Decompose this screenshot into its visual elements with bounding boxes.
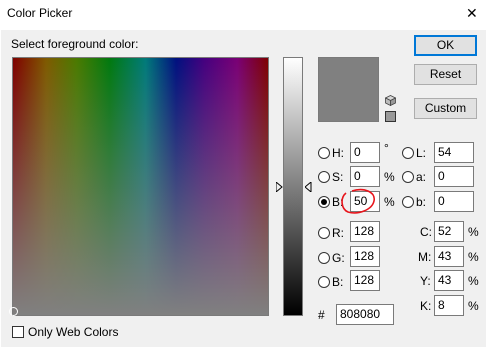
- magenta-field[interactable]: 43: [434, 246, 464, 267]
- hex-label: #: [318, 308, 325, 322]
- blue-label: B:: [332, 275, 344, 289]
- radio-b-lab[interactable]: [402, 196, 414, 208]
- brightness-slider[interactable]: [283, 57, 303, 316]
- brightness-unit: %: [384, 195, 395, 209]
- saturation-field[interactable]: 0: [350, 166, 380, 187]
- title-bar: Color Picker ✕: [0, 0, 487, 30]
- black-unit: %: [468, 299, 479, 313]
- lightness-label: L:: [416, 146, 427, 160]
- yellow-label: Y:: [420, 274, 431, 288]
- hue-unit: °: [384, 141, 389, 155]
- magenta-label: M:: [418, 250, 432, 264]
- radio-brightness[interactable]: [318, 196, 330, 208]
- radio-green[interactable]: [318, 252, 330, 264]
- radio-red[interactable]: [318, 227, 330, 239]
- cyan-field[interactable]: 52: [434, 221, 464, 242]
- cyan-label: C:: [420, 225, 432, 239]
- cancel-button[interactable]: Reset: [414, 64, 477, 85]
- picker-cursor-icon: [9, 307, 18, 316]
- magenta-unit: %: [468, 250, 479, 264]
- close-icon[interactable]: ✕: [466, 5, 478, 22]
- slider-right-arrow-icon[interactable]: [304, 180, 312, 195]
- radio-lightness[interactable]: [402, 147, 414, 159]
- web-colors-label: Only Web Colors: [28, 325, 119, 339]
- color-field[interactable]: [9, 57, 269, 316]
- radio-blue[interactable]: [318, 276, 330, 288]
- annotation-circle: [340, 188, 378, 221]
- black-field[interactable]: 8: [434, 295, 464, 316]
- green-field[interactable]: 128: [350, 246, 380, 267]
- saturation-label: S:: [332, 170, 344, 184]
- color-preview-swatch: [318, 57, 379, 122]
- custom-button[interactable]: Custom: [414, 98, 477, 119]
- window-title: Color Picker: [7, 6, 73, 20]
- red-field[interactable]: 128: [350, 221, 380, 242]
- radio-a[interactable]: [402, 171, 414, 183]
- lightness-field[interactable]: 54: [434, 142, 474, 163]
- cyan-unit: %: [468, 225, 479, 239]
- a-label: a:: [416, 170, 427, 184]
- red-label: R:: [332, 226, 344, 240]
- radio-saturation[interactable]: [318, 171, 330, 183]
- yellow-field[interactable]: 43: [434, 270, 464, 291]
- cube-icon[interactable]: [384, 95, 397, 109]
- hex-field[interactable]: 808080: [336, 304, 394, 325]
- saturation-unit: %: [384, 170, 395, 184]
- hue-field[interactable]: 0: [350, 142, 380, 163]
- slider-left-arrow-icon[interactable]: [275, 180, 283, 195]
- picker-label: Select foreground color:: [11, 37, 139, 51]
- green-label: G:: [332, 251, 345, 265]
- hue-label: H:: [332, 146, 344, 160]
- radio-hue[interactable]: [318, 147, 330, 159]
- yellow-unit: %: [468, 274, 479, 288]
- black-label: K:: [420, 299, 432, 313]
- blue-field[interactable]: 128: [350, 270, 380, 291]
- web-swatch-icon[interactable]: [385, 111, 396, 122]
- a-field[interactable]: 0: [434, 166, 474, 187]
- b-lab-field[interactable]: 0: [434, 191, 474, 212]
- ok-button[interactable]: OK: [414, 35, 477, 56]
- web-colors-checkbox[interactable]: [12, 326, 24, 338]
- b-lab-label: b:: [416, 195, 427, 209]
